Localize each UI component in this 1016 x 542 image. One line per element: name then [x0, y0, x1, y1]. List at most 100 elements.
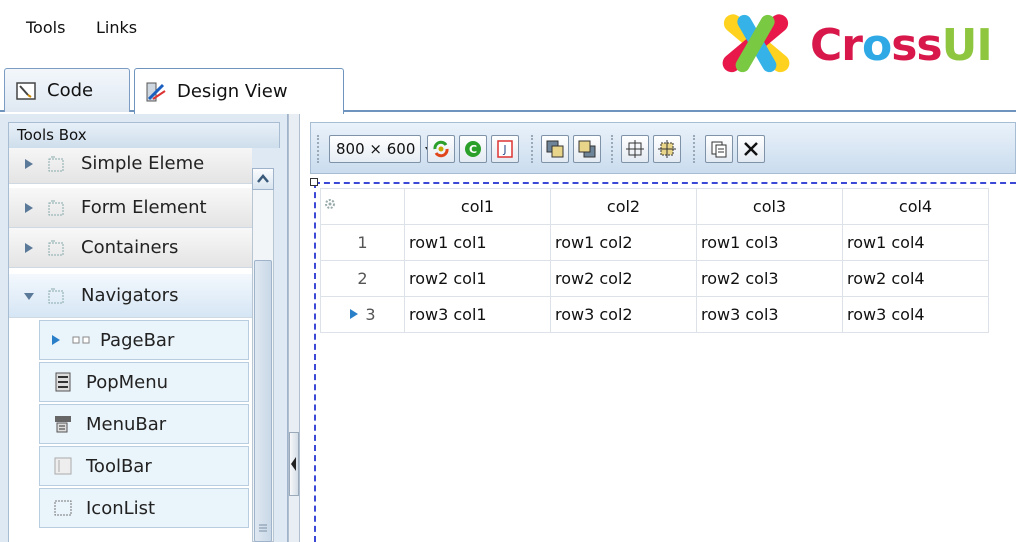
folder-group-icon [48, 288, 64, 303]
menu-links[interactable]: Links [96, 18, 137, 37]
row-number: 1 [320, 224, 405, 261]
svg-text:J: J [502, 143, 506, 156]
expand-arrow-icon[interactable] [50, 334, 62, 346]
current-row-arrow-icon [350, 309, 359, 319]
grid-row[interactable]: 2 row2 col1 row2 col2 row2 col3 row2 col… [320, 260, 989, 297]
folder-group-icon [48, 200, 64, 215]
expand-arrow-icon[interactable] [23, 242, 35, 254]
grid-cell[interactable]: row2 col4 [842, 260, 989, 297]
grid-cell[interactable]: row2 col2 [550, 260, 697, 297]
tree-item-menubar[interactable]: MenuBar [39, 404, 249, 444]
tree-group-navigators[interactable]: Navigators [9, 274, 252, 318]
toolbar-icon [54, 457, 72, 475]
layer-back-icon [578, 140, 596, 158]
row-number: 3 [320, 296, 405, 333]
folder-group-icon [48, 240, 64, 255]
grid-col-header[interactable]: col2 [550, 188, 697, 225]
json-button[interactable]: J [491, 135, 519, 163]
align-grid-button[interactable] [621, 135, 649, 163]
tree-item-label: MenuBar [86, 413, 167, 435]
tree-group-simple-elements[interactable]: Simple Eleme [9, 148, 252, 184]
menu-tools[interactable]: Tools [26, 18, 65, 37]
toolbar-separator [693, 135, 697, 163]
canvas-size-select[interactable]: 800 × 600 [329, 135, 434, 163]
tree-group-label: Containers [81, 237, 179, 258]
collapse-panel-button[interactable] [289, 432, 299, 496]
tab-code-label: Code [47, 80, 94, 101]
collapse-arrow-icon[interactable] [23, 290, 35, 302]
tab-design-view[interactable]: Design View [134, 68, 344, 114]
grid-cell[interactable]: row1 col3 [696, 224, 843, 261]
tree-item-label: IconList [86, 497, 156, 519]
grid-cell[interactable]: row2 col1 [404, 260, 551, 297]
scroll-up-button[interactable] [252, 168, 274, 190]
tree-item-toolbar[interactable]: ToolBar [39, 446, 249, 486]
grid-col-header[interactable]: col3 [696, 188, 843, 225]
bring-front-button[interactable] [541, 135, 569, 163]
tab-design-view-label: Design View [177, 81, 288, 102]
expand-arrow-icon[interactable] [23, 202, 35, 214]
grid-col-header[interactable]: col4 [842, 188, 989, 225]
tree-item-popmenu[interactable]: PopMenu [39, 362, 249, 402]
grid-cell[interactable]: row1 col4 [842, 224, 989, 261]
menubar-icon [55, 416, 71, 433]
grip-icon [259, 524, 267, 532]
tree-grid[interactable]: col1 col2 col3 col4 1 row1 col1 row1 col… [320, 188, 989, 333]
tree-group-label: Form Element [81, 197, 207, 218]
grid-header-row: col1 col2 col3 col4 [320, 188, 989, 225]
grid-cell[interactable]: row3 col1 [404, 296, 551, 333]
grid-cell[interactable]: row2 col3 [696, 260, 843, 297]
tree-item-label: ToolBar [86, 455, 152, 477]
tree-item-pagebar[interactable]: PageBar [39, 320, 249, 360]
tree-item-iconlist[interactable]: IconList [39, 488, 249, 528]
grid-corner-cell [320, 188, 405, 225]
delete-button[interactable] [737, 135, 765, 163]
resize-handle[interactable] [310, 178, 318, 186]
refresh-button[interactable] [427, 135, 455, 163]
grid-row-current[interactable]: 3 row3 col1 row3 col2 row3 col3 row3 col… [320, 296, 989, 333]
pagebar-icon [72, 336, 90, 344]
tree-item-label: PageBar [100, 329, 175, 351]
tools-box-header: Tools Box [8, 122, 280, 148]
code-icon [16, 81, 36, 100]
align-center-button[interactable] [653, 135, 681, 163]
center-align-icon [658, 140, 676, 158]
tree-group-form-elements[interactable]: Form Element [9, 188, 252, 228]
tree-group-containers[interactable]: Containers [9, 228, 252, 268]
grid-cell[interactable]: row1 col1 [404, 224, 551, 261]
toolbar-separator [611, 135, 615, 163]
grid-cell[interactable]: row3 col3 [696, 296, 843, 333]
iconlist-icon [54, 500, 72, 516]
chevron-up-icon [257, 174, 269, 183]
grid-cell[interactable]: row3 col2 [550, 296, 697, 333]
tab-code[interactable]: Code [4, 68, 130, 112]
close-icon [744, 142, 758, 156]
tree-group-label: Navigators [81, 285, 179, 306]
design-icon [146, 82, 166, 101]
copy-icon [711, 141, 727, 158]
expand-arrow-icon[interactable] [23, 158, 35, 170]
grid-col-header[interactable]: col1 [404, 188, 551, 225]
tools-box-panel: Tools Box Simple Eleme Form Element Cont… [0, 114, 288, 542]
grid-cell[interactable]: row3 col4 [842, 296, 989, 333]
tree-item-label: PopMenu [86, 371, 169, 393]
copy-button[interactable] [705, 135, 733, 163]
grid-cell[interactable]: row1 col2 [550, 224, 697, 261]
top-bar: Tools Links CrossUI Code Design View [0, 0, 1016, 114]
grid-row[interactable]: 1 row1 col1 row1 col2 row1 col3 row1 col… [320, 224, 989, 261]
refresh-icon [433, 140, 449, 158]
row-number: 2 [320, 260, 405, 297]
color-button[interactable]: C [459, 135, 487, 163]
layer-front-icon [546, 140, 564, 158]
tree-group-label: Simple Eleme [81, 153, 205, 174]
logo-text: CrossUI [810, 20, 993, 71]
design-toolbar: 800 × 600 C J [310, 122, 1016, 174]
triangle-left-icon [291, 457, 296, 471]
c-circle-icon: C [465, 141, 481, 157]
toolbar-separator [317, 135, 321, 163]
scroll-thumb[interactable] [254, 260, 272, 542]
gear-icon[interactable] [323, 197, 337, 211]
send-back-button[interactable] [573, 135, 601, 163]
view-tabs: Code Design View [0, 66, 1016, 114]
j-box-icon: J [497, 140, 513, 158]
